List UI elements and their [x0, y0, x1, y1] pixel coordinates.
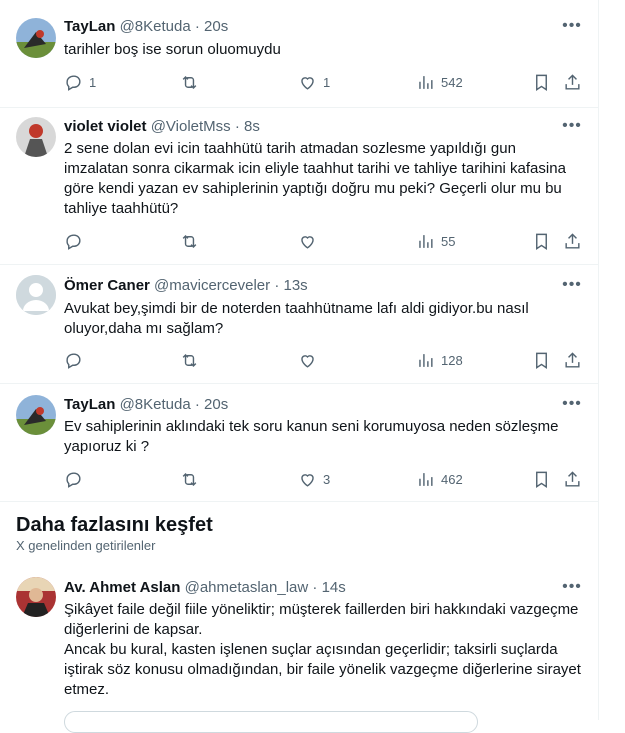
bookmark-button[interactable]: [532, 72, 551, 92]
more-icon[interactable]: •••: [562, 118, 582, 140]
more-icon[interactable]: •••: [562, 396, 582, 418]
like-icon: [301, 473, 314, 487]
like-icon: [301, 235, 314, 249]
timestamp[interactable]: 14s: [322, 579, 346, 596]
author-name[interactable]: TayLan: [64, 396, 115, 413]
author-handle[interactable]: @VioletMss: [151, 118, 231, 135]
views-count: 542: [441, 74, 463, 90]
bookmark-icon: [536, 352, 547, 369]
like-button[interactable]: 1: [298, 72, 330, 92]
tweet-header: TayLan @8Ketuda · 20s: [64, 396, 229, 413]
quoted-card[interactable]: [64, 711, 478, 733]
share-icon: [565, 351, 580, 368]
tweet-text: Şikâyet faile değil fiile yöneliktir; mü…: [64, 601, 581, 698]
reply-icon: [66, 471, 81, 488]
reply-button[interactable]: 1: [64, 72, 96, 92]
bookmark-button[interactable]: [532, 469, 551, 489]
tweet-header: Av. Ahmet Aslan @ahmetaslan_law · 14s: [64, 579, 346, 596]
retweet-icon: [182, 472, 197, 486]
views-button[interactable]: 128: [416, 350, 463, 370]
retweet-icon: [182, 234, 197, 248]
tweet[interactable]: TayLan @8Ketuda · 20s ••• tarihler boş i…: [0, 0, 598, 108]
like-button[interactable]: [298, 231, 317, 251]
retweet-icon: [182, 75, 197, 89]
reply-button[interactable]: [64, 350, 83, 370]
tweet-header: violet violet @VioletMss · 8s: [64, 118, 260, 135]
retweet-icon: [182, 353, 197, 367]
share-icon: [565, 232, 580, 249]
timestamp[interactable]: 13s: [283, 277, 307, 294]
like-button[interactable]: [298, 350, 317, 370]
timestamp[interactable]: 8s: [244, 118, 260, 135]
like-count: 1: [323, 74, 331, 90]
author-name[interactable]: violet violet: [64, 118, 147, 135]
avatar[interactable]: [16, 117, 56, 157]
section-subtitle: X genelinden getirilenler: [16, 538, 156, 553]
bookmark-icon: [536, 74, 547, 91]
retweet-button[interactable]: [180, 72, 199, 92]
reply-button[interactable]: [64, 469, 83, 489]
share-button[interactable]: [563, 350, 582, 370]
reply-icon: [66, 74, 81, 91]
views-button[interactable]: 542: [416, 72, 463, 92]
tweet-text: 2 sene dolan evi icin taahhütü tarih atm…: [64, 140, 566, 217]
views-icon: [419, 75, 433, 89]
author-name[interactable]: TayLan: [64, 18, 115, 35]
reply-icon: [66, 352, 81, 369]
author-handle[interactable]: @8Ketuda: [120, 18, 191, 35]
retweet-button[interactable]: [180, 350, 199, 370]
views-button[interactable]: 55: [416, 231, 455, 251]
retweet-button[interactable]: [180, 469, 199, 489]
reply-button[interactable]: [64, 231, 83, 251]
like-icon: [301, 76, 314, 90]
timeline-column: TayLan @8Ketuda · 20s ••• tarihler boş i…: [0, 0, 599, 733]
share-button[interactable]: [563, 72, 582, 92]
reply-icon: [66, 233, 81, 250]
bookmark-button[interactable]: [532, 350, 551, 370]
tweet-text: tarihler boş ise sorun oluomuydu: [64, 41, 281, 58]
avatar[interactable]: [16, 18, 56, 58]
reply-count: 1: [89, 74, 97, 90]
tweet-header: Ömer Caner @mavicerceveler · 13s: [64, 277, 308, 294]
author-handle[interactable]: @ahmetaslan_law: [185, 579, 309, 596]
views-count: 128: [441, 352, 463, 368]
tweet-header: TayLan @8Ketuda · 20s: [64, 18, 229, 35]
author-name[interactable]: Av. Ahmet Aslan: [64, 579, 180, 596]
tweet-text: Ev sahiplerinin aklındaki tek soru kanun…: [64, 418, 559, 455]
avatar[interactable]: [16, 577, 56, 617]
tweet[interactable]: Av. Ahmet Aslan @ahmetaslan_law · 14s ••…: [0, 565, 598, 733]
bookmark-button[interactable]: [532, 231, 551, 251]
author-name[interactable]: Ömer Caner: [64, 277, 150, 294]
retweet-button[interactable]: [180, 231, 199, 251]
share-icon: [565, 470, 580, 487]
avatar[interactable]: [16, 275, 56, 315]
like-count: 3: [323, 471, 331, 487]
views-button[interactable]: 462: [416, 469, 463, 489]
more-icon[interactable]: •••: [562, 277, 582, 299]
views-icon: [419, 472, 433, 486]
timestamp[interactable]: 20s: [204, 396, 228, 413]
tweet[interactable]: Ömer Caner @mavicerceveler · 13s ••• Avu…: [0, 264, 598, 384]
bookmark-icon: [536, 471, 547, 488]
more-icon[interactable]: •••: [562, 18, 582, 40]
section-title: Daha fazlasını keşfet: [16, 514, 213, 536]
like-button[interactable]: 3: [298, 469, 330, 489]
author-handle[interactable]: @mavicerceveler: [154, 277, 270, 294]
timestamp[interactable]: 20s: [204, 18, 228, 35]
like-icon: [301, 354, 314, 368]
share-button[interactable]: [563, 469, 582, 489]
views-count: 462: [441, 471, 463, 487]
share-button[interactable]: [563, 231, 582, 251]
views-icon: [419, 234, 433, 248]
views-icon: [419, 353, 433, 367]
avatar[interactable]: [16, 395, 56, 435]
more-icon[interactable]: •••: [562, 579, 582, 601]
tweet[interactable]: violet violet @VioletMss · 8s ••• 2 sene…: [0, 107, 598, 265]
tweet[interactable]: TayLan @8Ketuda · 20s ••• Ev sahiplerini…: [0, 383, 598, 502]
author-handle[interactable]: @8Ketuda: [120, 396, 191, 413]
share-icon: [565, 73, 580, 90]
views-count: 55: [441, 233, 456, 249]
tweet-text: Avukat bey,şimdi bir de noterden taahhüt…: [64, 300, 529, 337]
bookmark-icon: [536, 233, 547, 250]
